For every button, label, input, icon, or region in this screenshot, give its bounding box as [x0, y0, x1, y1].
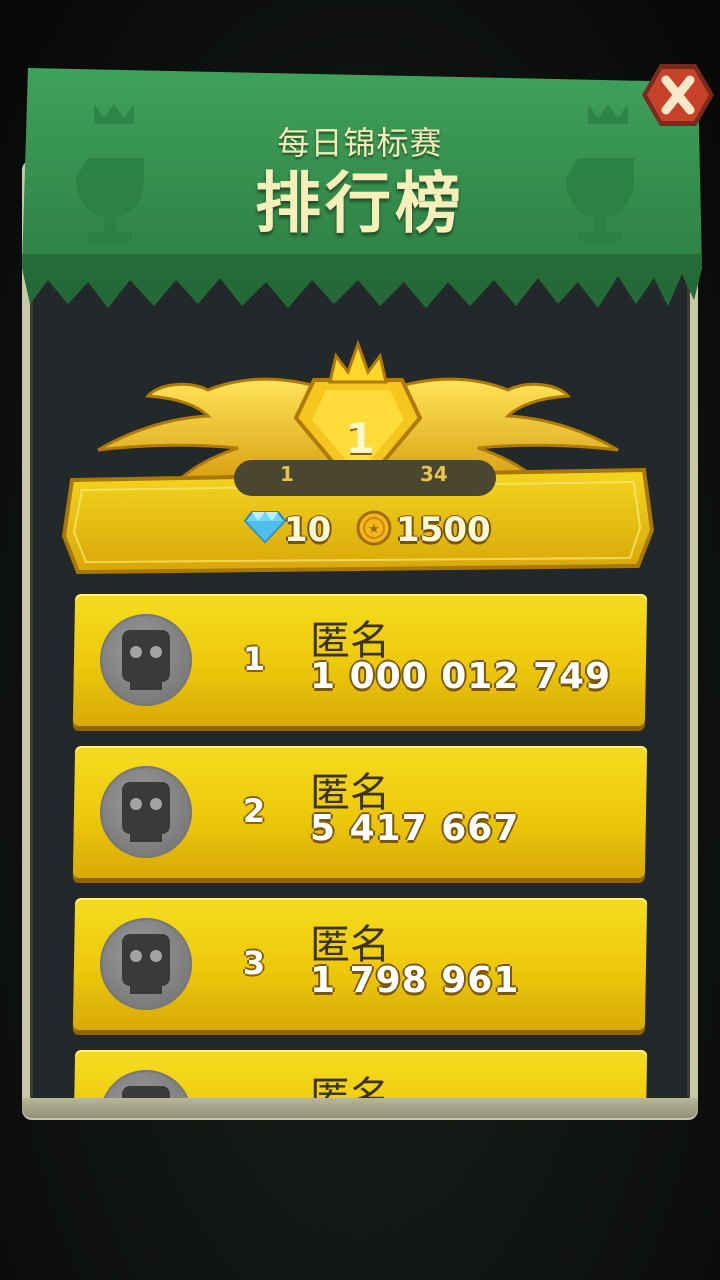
leaderboard-row[interactable]: 3 匿名 1 798 961 [72, 898, 648, 1030]
row-rank: 1 [242, 640, 266, 678]
row-rank: 2 [242, 792, 266, 830]
row-player-name: 匿名 [310, 1074, 390, 1098]
avatar-placeholder-icon [122, 630, 170, 690]
reward-coins: 1500 [396, 510, 491, 550]
rank-bar-right-value: 34 [420, 462, 448, 486]
leaderboard-row[interactable]: 2 匿名 5 417 667 [72, 746, 648, 878]
row-score: 5 417 667 [310, 808, 520, 849]
rank-progress-bar [234, 460, 496, 496]
banner-title: 排行榜 [255, 165, 465, 242]
diamond-icon [243, 508, 287, 544]
player-rank-number: 1 [345, 414, 375, 463]
rank-bar-left-value: 1 [280, 462, 294, 486]
leaderboard-row[interactable]: 匿名 [72, 1050, 648, 1098]
close-button[interactable] [640, 60, 716, 130]
close-icon [642, 64, 714, 126]
panel-bottom-edge [22, 1098, 698, 1118]
leaderboard-row[interactable]: 1 匿名 1 000 012 749 [72, 594, 648, 726]
row-rank: 3 [242, 944, 266, 982]
avatar [100, 766, 192, 858]
leaderboard-list[interactable]: 1 匿名 1 000 012 749 2 匿名 5 417 667 3 匿名 1… [40, 580, 680, 1098]
avatar-placeholder-icon [122, 782, 170, 842]
avatar-placeholder-icon [122, 934, 170, 994]
avatar [100, 614, 192, 706]
leaderboard-screen: 每日锦标赛 排行榜 1 34 1 10 ★ 1500 1 匿名 1 000 01… [0, 0, 720, 1280]
reward-gems: 10 [284, 510, 332, 550]
coin-icon: ★ [356, 510, 392, 546]
row-score: 1 798 961 [310, 960, 520, 1001]
avatar [100, 918, 192, 1010]
svg-text:★: ★ [368, 522, 380, 537]
avatar-placeholder-icon [122, 1086, 170, 1098]
row-score: 1 000 012 749 [310, 656, 612, 697]
